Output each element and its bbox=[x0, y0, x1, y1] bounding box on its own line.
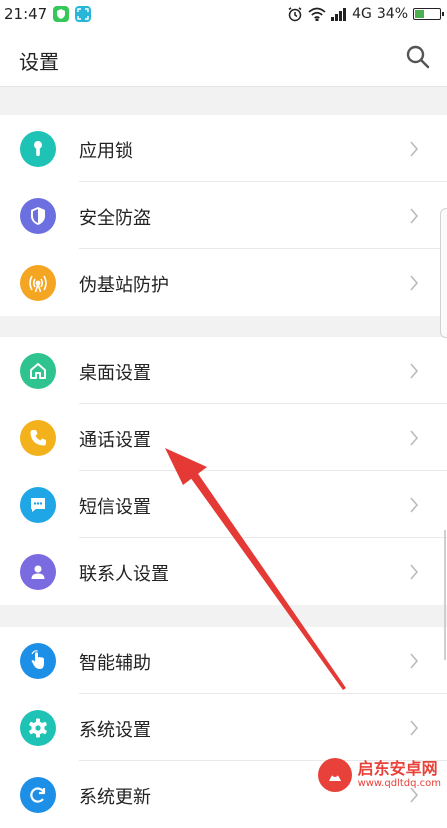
phone-icon bbox=[20, 420, 56, 456]
battery-percent: 34% bbox=[376, 6, 408, 22]
settings-item-label: 短信设置 bbox=[79, 497, 151, 518]
shield-icon bbox=[20, 198, 56, 234]
settings-item-fake-base-station[interactable]: 伪基站防护 bbox=[0, 249, 447, 316]
settings-item-system-settings[interactable]: 系统设置 bbox=[0, 694, 447, 761]
watermark-url: www.qdltdq.com bbox=[357, 778, 441, 789]
chevron-right-icon bbox=[410, 430, 419, 446]
chevron-right-icon bbox=[410, 363, 419, 379]
refresh-icon bbox=[20, 777, 56, 813]
contact-icon bbox=[20, 554, 56, 590]
settings-item-label: 桌面设置 bbox=[79, 363, 151, 384]
status-time: 21:47 bbox=[4, 5, 48, 23]
chevron-right-icon bbox=[410, 141, 419, 157]
keyhole-icon bbox=[20, 131, 56, 167]
chevron-right-icon bbox=[410, 497, 419, 513]
chevron-right-icon bbox=[410, 564, 419, 580]
settings-item-label: 应用锁 bbox=[79, 141, 133, 162]
settings-item-label: 系统设置 bbox=[79, 720, 151, 741]
title-bar: 设置 bbox=[0, 28, 447, 87]
settings-item-anti-theft[interactable]: 安全防盗 bbox=[0, 182, 447, 249]
settings-item-label: 伪基站防护 bbox=[79, 275, 169, 296]
settings-group-security: 应用锁 安全防盗 伪基站防护 bbox=[0, 115, 447, 316]
search-icon bbox=[406, 45, 430, 69]
settings-item-label: 智能辅助 bbox=[79, 653, 151, 674]
settings-item-label: 系统更新 bbox=[79, 787, 151, 808]
security-app-icon bbox=[53, 6, 70, 22]
watermark-name: 启东安卓网 bbox=[357, 759, 438, 778]
settings-group-personal: 桌面设置 通话设置 短信设置 联系人设置 bbox=[0, 337, 447, 605]
settings-item-call[interactable]: 通话设置 bbox=[0, 404, 447, 471]
settings-item-label: 联系人设置 bbox=[79, 564, 169, 585]
scan-app-icon bbox=[75, 6, 92, 22]
scrollbar-thumb[interactable] bbox=[444, 530, 446, 660]
settings-item-contacts[interactable]: 联系人设置 bbox=[0, 538, 447, 605]
watermark: 启东安卓网 www.qdltdq.com bbox=[317, 758, 441, 792]
hand-pointer-icon bbox=[20, 643, 56, 679]
wifi-icon bbox=[308, 7, 326, 21]
settings-item-app-lock[interactable]: 应用锁 bbox=[0, 115, 447, 182]
chevron-right-icon bbox=[410, 720, 419, 736]
battery-icon bbox=[413, 8, 444, 20]
network-type: 4G bbox=[352, 6, 372, 22]
status-bar: 21:47 4G 34% bbox=[0, 0, 447, 28]
search-button[interactable] bbox=[405, 44, 431, 70]
home-icon bbox=[20, 353, 56, 389]
page-title: 设置 bbox=[19, 50, 59, 74]
settings-item-desktop[interactable]: 桌面设置 bbox=[0, 337, 447, 404]
cellular-signal-icon bbox=[331, 7, 347, 21]
settings-item-sms[interactable]: 短信设置 bbox=[0, 471, 447, 538]
settings-item-label: 安全防盗 bbox=[79, 208, 151, 229]
watermark-logo-icon bbox=[317, 758, 352, 792]
alarm-icon bbox=[288, 7, 302, 22]
chevron-right-icon bbox=[410, 653, 419, 669]
settings-item-smart-assist[interactable]: 智能辅助 bbox=[0, 627, 447, 694]
chevron-right-icon bbox=[410, 208, 419, 224]
message-icon bbox=[20, 487, 56, 523]
gear-icon bbox=[20, 710, 56, 746]
chevron-right-icon bbox=[410, 275, 419, 291]
signal-tower-icon bbox=[20, 265, 56, 301]
status-icons: 4G 34% bbox=[287, 0, 444, 28]
side-pull-handle[interactable] bbox=[440, 208, 447, 338]
settings-item-label: 通话设置 bbox=[79, 430, 151, 451]
